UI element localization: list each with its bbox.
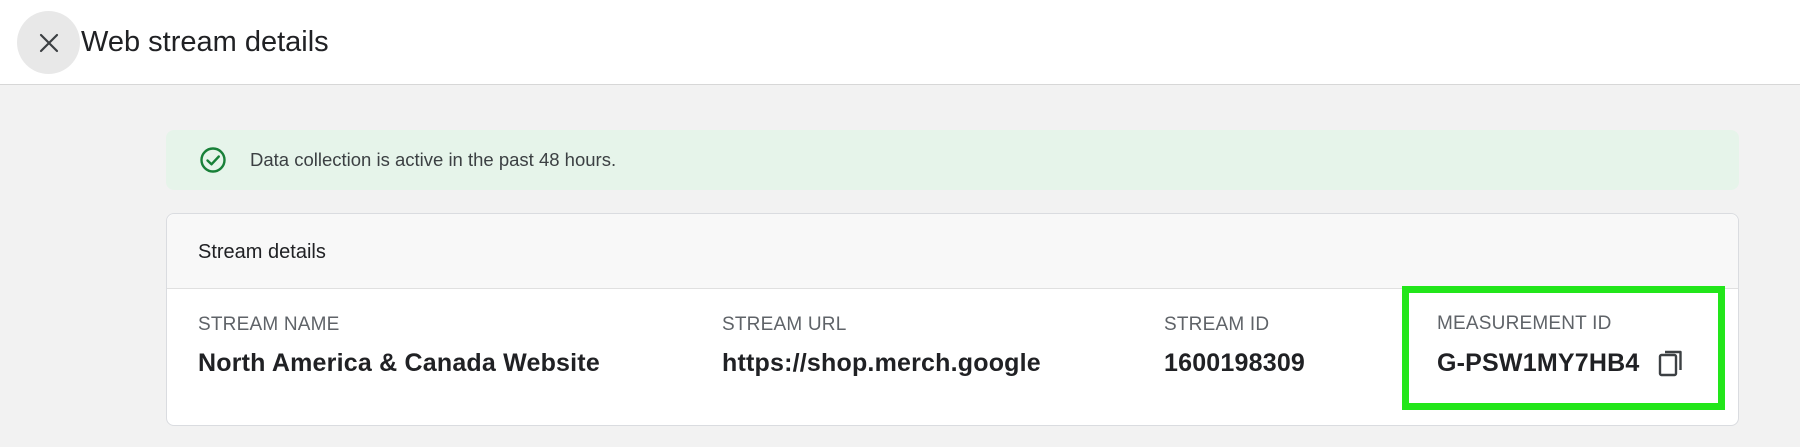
page-title: Web stream details xyxy=(81,26,329,58)
close-button[interactable] xyxy=(17,11,80,74)
stream-url-field: STREAM URL https://shop.merch.google xyxy=(722,314,1041,378)
stream-name-label: STREAM NAME xyxy=(198,314,340,335)
check-circle-icon xyxy=(200,147,226,173)
top-bar: Web stream details xyxy=(0,0,1800,85)
stream-id-label: STREAM ID xyxy=(1164,314,1270,335)
copy-button[interactable] xyxy=(1655,347,1687,379)
close-icon xyxy=(39,33,58,52)
measurement-id-field: MEASUREMENT ID G-PSW1MY7HB4 xyxy=(1437,313,1687,379)
copy-icon xyxy=(1659,350,1683,377)
stream-url-label: STREAM URL xyxy=(722,314,847,335)
stream-id-value: 1600198309 xyxy=(1164,349,1306,377)
status-banner: Data collection is active in the past 48… xyxy=(166,130,1739,190)
measurement-id-label: MEASUREMENT ID xyxy=(1437,313,1612,334)
stream-name-field: STREAM NAME North America & Canada Websi… xyxy=(198,314,600,378)
stream-id-field: STREAM ID 1600198309 xyxy=(1164,314,1305,378)
card-header: Stream details xyxy=(167,214,1738,289)
measurement-id-value: G-PSW1MY7HB4 xyxy=(1437,349,1640,377)
card-title: Stream details xyxy=(198,241,326,263)
measurement-id-row: G-PSW1MY7HB4 xyxy=(1437,347,1687,379)
stream-url-value: https://shop.merch.google xyxy=(722,349,1041,377)
stream-name-value: North America & Canada Website xyxy=(198,349,600,377)
status-banner-text: Data collection is active in the past 48… xyxy=(250,149,617,170)
